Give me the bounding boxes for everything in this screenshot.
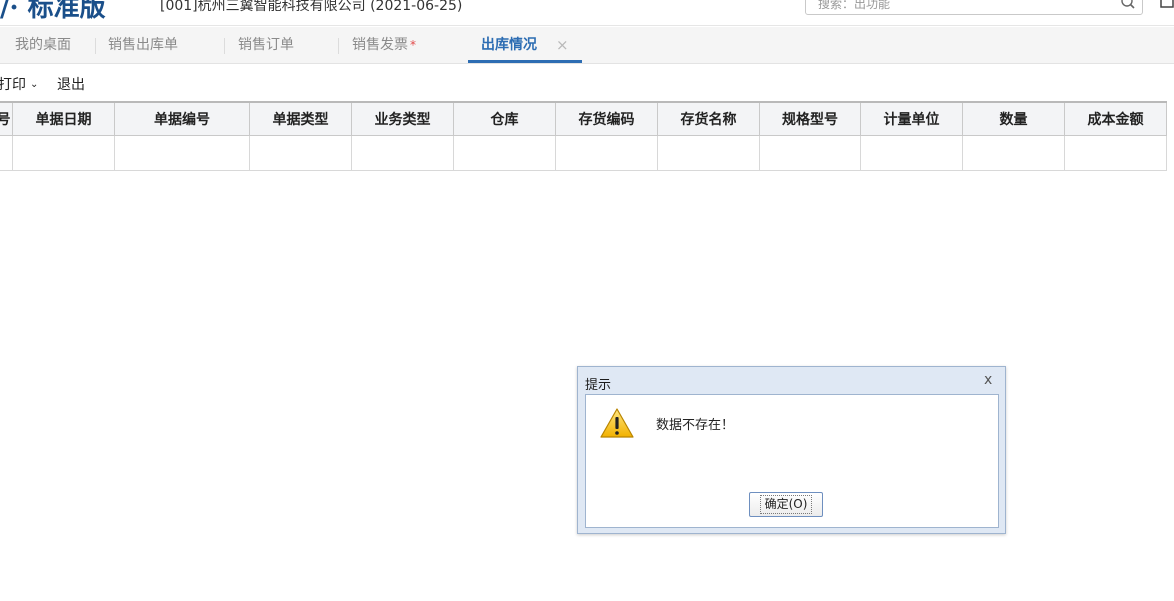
- table-cell[interactable]: [114, 134, 250, 171]
- dialog-close-icon[interactable]: x: [984, 372, 992, 388]
- ok-button-label: 确定(O): [759, 495, 813, 514]
- column-header[interactable]: 计量单位: [860, 101, 963, 136]
- toolbar: 打印 ⌄ 退出: [0, 64, 1174, 100]
- dialog-body: 数据不存在！ 确定(O): [585, 394, 999, 528]
- print-menu-button[interactable]: 打印 ⌄: [0, 74, 38, 94]
- tab-bar: 我的桌面 销售出库单 销售订单 销售发票 * 出库情况 ×: [0, 27, 1174, 64]
- column-header[interactable]: 单据编号: [114, 101, 250, 136]
- warning-icon: [600, 408, 634, 438]
- table-cell[interactable]: [0, 134, 13, 171]
- company-info: [001]杭州三翼智能科技有限公司 (2021-06-25): [160, 0, 463, 14]
- chevron-down-icon: ⌄: [30, 79, 39, 90]
- tab-outbound-status[interactable]: 出库情况: [481, 27, 537, 64]
- table-cell[interactable]: [1064, 134, 1167, 171]
- table-cell[interactable]: [351, 134, 454, 171]
- title-bar: /· 标准版 [001]杭州三翼智能科技有限公司 (2021-06-25) 搜索…: [0, 0, 1174, 26]
- print-label: 打印: [0, 77, 26, 93]
- outbound-table: 号 单据日期 单据编号 单据类型 业务类型 仓库 存货编码 存货名称 规格型号 …: [0, 101, 1167, 171]
- alert-dialog: 提示 x 数据不存在！ 确定(O): [577, 366, 1006, 534]
- column-header[interactable]: 单据类型: [249, 101, 352, 136]
- table-row[interactable]: [0, 134, 1167, 171]
- function-search-input[interactable]: 搜索：出功能: [805, 0, 1143, 15]
- column-header[interactable]: 存货名称: [657, 101, 760, 136]
- column-header[interactable]: 规格型号: [759, 101, 861, 136]
- table-cell[interactable]: [12, 134, 115, 171]
- table-cell[interactable]: [962, 134, 1065, 171]
- table-cell[interactable]: [453, 134, 556, 171]
- tab-label: 销售发票: [352, 37, 408, 53]
- close-tab-icon[interactable]: ×: [556, 27, 569, 64]
- table-cell[interactable]: [657, 134, 760, 171]
- window-icon[interactable]: [1160, 0, 1174, 8]
- table-cell[interactable]: [249, 134, 352, 171]
- table-cell[interactable]: [555, 134, 658, 171]
- dialog-message: 数据不存在！: [656, 418, 735, 433]
- tab-divider: [224, 38, 225, 54]
- column-header[interactable]: 号: [0, 101, 13, 136]
- tab-divider: [338, 38, 339, 54]
- column-header[interactable]: 仓库: [453, 101, 556, 136]
- app-title: /· 标准版: [0, 0, 106, 23]
- column-header[interactable]: 业务类型: [351, 101, 454, 136]
- tab-sales-outbound[interactable]: 销售出库单: [108, 27, 178, 64]
- unsaved-marker: *: [410, 38, 416, 52]
- table-cell[interactable]: [860, 134, 963, 171]
- tab-divider: [95, 38, 96, 54]
- column-header[interactable]: 成本金额: [1064, 101, 1167, 136]
- exit-button[interactable]: 退出: [57, 74, 85, 94]
- search-placeholder: 搜索：出功能: [818, 0, 891, 11]
- dialog-title: 提示: [585, 378, 612, 393]
- table-cell[interactable]: [759, 134, 861, 171]
- tab-sales-order[interactable]: 销售订单: [238, 27, 294, 64]
- active-tab-indicator: [468, 60, 582, 63]
- tab-sales-invoice[interactable]: 销售发票 *: [352, 27, 416, 64]
- tab-my-desktop[interactable]: 我的桌面: [15, 27, 71, 64]
- search-icon[interactable]: [1120, 0, 1136, 10]
- column-header[interactable]: 数量: [962, 101, 1065, 136]
- column-header[interactable]: 存货编码: [555, 101, 658, 136]
- ok-button[interactable]: 确定(O): [749, 492, 823, 517]
- table-header-row: 号 单据日期 单据编号 单据类型 业务类型 仓库 存货编码 存货名称 规格型号 …: [0, 101, 1167, 136]
- column-header[interactable]: 单据日期: [12, 101, 115, 136]
